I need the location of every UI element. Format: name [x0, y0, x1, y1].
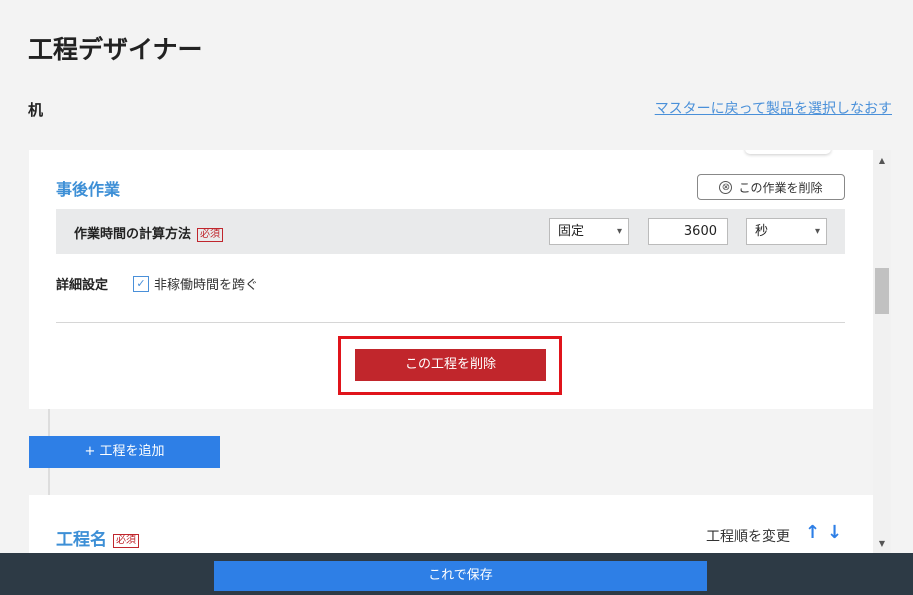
card-tab: [745, 150, 831, 154]
checkmark-icon[interactable]: ✓: [133, 275, 149, 292]
skip-nonworking-checkbox[interactable]: ✓ 非稼働時間を跨ぐ: [133, 274, 258, 293]
process-name-text: 工程名: [56, 530, 107, 550]
footer-bar: これで保存: [0, 553, 913, 595]
scroll-up-icon[interactable]: ▲: [873, 154, 891, 168]
page-title: 工程デザイナー: [28, 35, 203, 64]
add-process-button[interactable]: + 工程を追加: [29, 436, 220, 468]
calc-method-value: 固定: [558, 224, 585, 239]
required-badge: 必須: [113, 534, 139, 548]
scrollbar[interactable]: ▲ ▼: [873, 150, 891, 553]
process-scroll-area: 事後作業 ⊗ この作業を削除 作業時間の計算方法 必須 固定 ▾ 3600 秒 ▾…: [0, 150, 893, 553]
skip-nonworking-label: 非稼働時間を跨ぐ: [154, 278, 259, 293]
divider: [56, 322, 845, 323]
move-down-icon[interactable]: ↓: [827, 522, 842, 543]
save-button[interactable]: これで保存: [214, 561, 707, 591]
delete-process-button[interactable]: この工程を削除: [355, 349, 546, 381]
task-section-title: 事後作業: [56, 180, 121, 199]
detail-settings-label: 詳細設定: [56, 278, 109, 293]
scroll-thumb[interactable]: [875, 268, 889, 314]
move-up-icon[interactable]: ↑: [805, 522, 820, 543]
calc-method-select[interactable]: 固定 ▾: [549, 218, 629, 245]
chevron-down-icon: ▾: [616, 226, 622, 237]
chevron-down-icon: ▾: [814, 226, 820, 237]
duration-input[interactable]: 3600: [648, 218, 728, 245]
required-badge: 必須: [197, 228, 224, 242]
time-unit-select[interactable]: 秒 ▾: [746, 218, 827, 245]
x-circle-icon: ⊗: [719, 180, 733, 194]
back-to-master-link[interactable]: マスターに戻って製品を選択しなおす: [655, 98, 892, 118]
delete-task-label: この作業を削除: [738, 180, 823, 195]
scroll-down-icon[interactable]: ▼: [873, 537, 891, 551]
product-name: 机: [28, 101, 44, 119]
delete-task-button[interactable]: ⊗ この作業を削除: [697, 174, 845, 200]
process-card: 工程名 必須 工程順を変更 ↑ ↓: [29, 495, 873, 553]
time-unit-value: 秒: [755, 224, 769, 239]
calc-method-text: 作業時間の計算方法: [74, 227, 192, 242]
reorder-label: 工程順を変更: [706, 529, 790, 545]
calc-method-row: 作業時間の計算方法 必須 固定 ▾ 3600 秒 ▾: [56, 209, 845, 254]
task-card: 事後作業 ⊗ この作業を削除 作業時間の計算方法 必須 固定 ▾ 3600 秒 ▾…: [29, 150, 873, 409]
calc-method-label: 作業時間の計算方法 必須: [74, 223, 224, 242]
process-name-label: 工程名 必須: [56, 525, 139, 550]
